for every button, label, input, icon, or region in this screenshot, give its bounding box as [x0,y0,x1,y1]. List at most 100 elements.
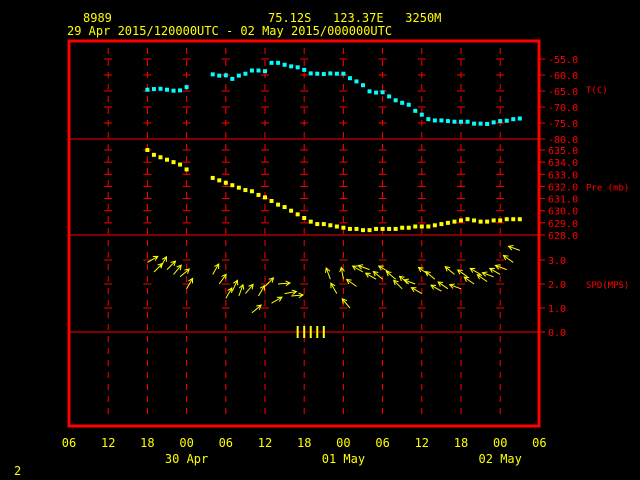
x-tick-label: 06 [532,436,546,450]
pressure-point [400,225,405,230]
pressure-point [217,178,222,183]
temperature-point [413,108,418,113]
pressure-point [321,222,326,227]
temperature-point [263,69,267,74]
wind-arrow [160,255,167,268]
pressure-point [282,205,287,210]
temperature-point [289,64,294,69]
pressure-point [243,188,248,193]
pressure-point [347,226,352,231]
pressure-point [517,217,522,222]
pressure-point [158,155,163,160]
x-day-label: 01 May [322,452,365,466]
wind-arrow [410,287,423,295]
wind-arrow [245,283,254,294]
x-tick-label: 18 [454,436,468,450]
temperature-point [236,73,241,78]
pressure-point [230,183,235,188]
temperature-point [452,119,457,124]
wind-arrow [218,273,227,285]
temperature-point [341,71,346,76]
pressure-point [289,208,294,213]
grid-layer [69,48,545,420]
y-tick-label: -70.0 [548,103,578,114]
temperature-point [400,100,405,105]
panel-axis-label: SPD(MPS) [586,281,629,291]
pressure-point [308,219,313,224]
x-tick-label: 06 [62,436,76,450]
pressure-point [165,157,169,162]
temperature-point [308,71,313,76]
pressure-point [263,195,267,200]
pressure-point [452,219,457,224]
pressure-point [151,152,156,157]
pressure-point [426,224,431,229]
wind-arrow [264,277,275,287]
y-tick-label: -80.0 [548,135,578,146]
wind-arrow [392,279,403,290]
temperature-point [230,76,235,81]
temperature-point [426,117,431,122]
pressure-point [485,219,490,224]
temperature-point [295,65,300,70]
pressure-point [334,224,339,229]
temperature-point [511,117,516,122]
temperature-point [184,85,189,90]
wind-arrow [173,264,182,275]
y-tick-label: 2.0 [548,280,566,291]
y-tick-label: -65.0 [548,87,578,98]
pressure-point [472,218,477,223]
temperature-point [145,87,150,92]
pressure-point [328,223,333,228]
pressure-point [367,228,372,233]
data-layer [145,60,522,338]
pressure-point [178,162,183,167]
temperature-point [269,60,274,65]
y-tick-label: 629.0 [548,219,578,230]
wind-arrow [284,289,298,296]
y-tick-label: 634.0 [548,158,578,169]
y-tick-label: 0.0 [548,328,566,339]
temperature-point [445,119,450,124]
y-tick-label: 3.0 [548,256,566,267]
y-tick-label: 628.0 [548,231,578,242]
wind-arrow [278,280,292,287]
temperature-point [321,72,326,77]
pressure-point [145,148,150,152]
temperature-point [419,112,424,117]
temperature-point [387,94,392,99]
pressure-point [478,219,483,224]
wind-arrow [456,269,468,278]
wind-arrow [166,260,177,270]
pressure-point [361,228,365,233]
pressure-point [315,222,320,227]
pressure-point [341,225,346,230]
pressure-point [413,224,418,229]
y-tick-label: -55.0 [548,55,578,66]
pressure-point [491,218,496,223]
pressure-point [445,220,450,225]
pressure-point [276,202,281,207]
pressure-point [171,160,176,165]
wind-arrow [238,283,245,297]
pressure-point [498,218,503,223]
wind-arrow [444,266,455,275]
wind-arrow [357,264,370,271]
temperature-point [432,118,437,123]
wind-arrow [437,281,449,290]
temperature-point [465,119,470,124]
wind-arrow [291,292,305,299]
x-tick-label: 00 [493,436,507,450]
wind-arrow [225,287,233,299]
x-tick-label: 12 [101,436,115,450]
pressure-point [354,226,359,231]
temperature-point [380,90,385,95]
temperature-point [165,87,169,92]
pressure-point [269,199,274,203]
meteogram-plot: -55.0-60.0-65.0-70.0-75.0-80.0T(C)635.06… [62,39,629,466]
y-tick-label: 633.0 [548,170,578,181]
x-tick-label: 06 [219,436,233,450]
temperature-point [406,102,411,107]
temperature-point [223,73,228,78]
pressure-point [236,185,241,190]
